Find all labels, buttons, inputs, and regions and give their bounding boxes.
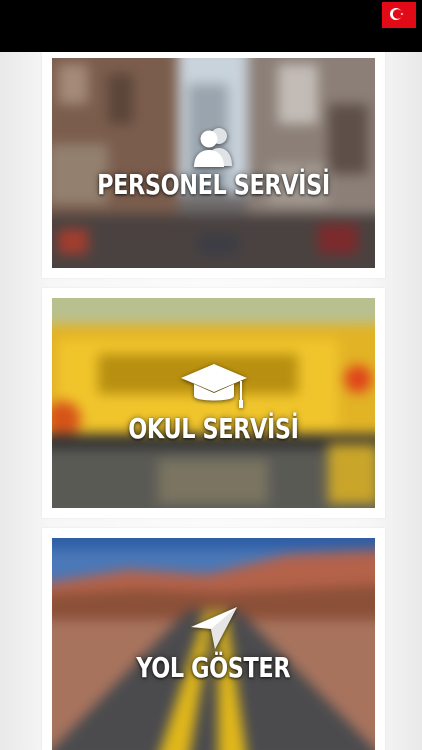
yol-goster-label: YOL GÖSTER <box>136 650 291 684</box>
turkish-flag-icon <box>382 1 416 31</box>
yol-goster-card[interactable]: YOL GÖSTER <box>42 528 385 750</box>
language-button[interactable] <box>382 1 416 31</box>
people-icon <box>190 126 238 168</box>
top-bar <box>0 0 422 52</box>
school-bus-photo: OKUL SERVİSİ <box>52 298 375 508</box>
desert-road-photo: YOL GÖSTER <box>52 538 375 750</box>
navigation-arrow-icon <box>189 605 239 651</box>
city-street-photo: PERSONEL SERVİSİ <box>52 58 375 268</box>
okul-servisi-label: OKUL SERVİSİ <box>128 411 299 445</box>
personel-servisi-label: PERSONEL SERVİSİ <box>97 167 330 201</box>
personel-servisi-card[interactable]: PERSONEL SERVİSİ <box>42 52 385 278</box>
okul-servisi-card[interactable]: OKUL SERVİSİ <box>42 288 385 518</box>
graduation-cap-icon <box>179 362 249 412</box>
